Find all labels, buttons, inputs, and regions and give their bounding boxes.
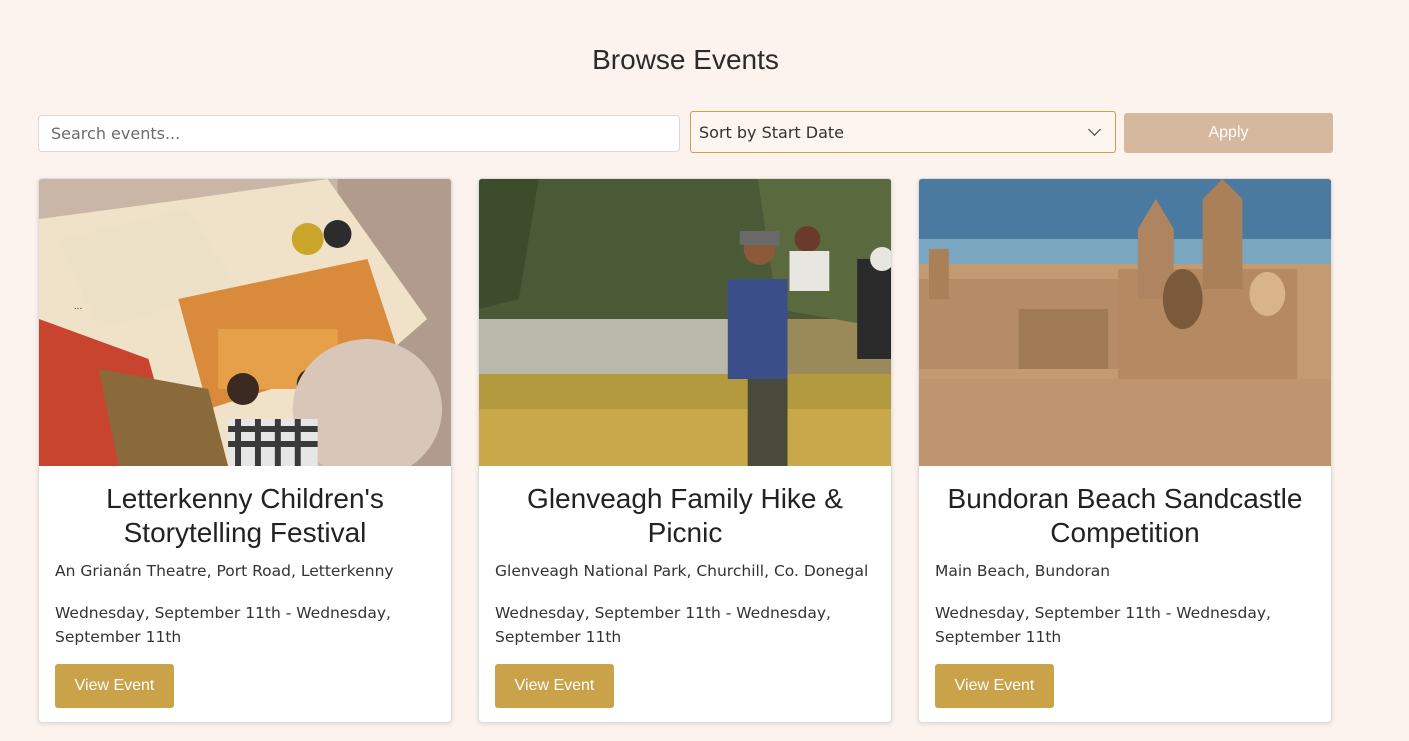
event-location: Glenveagh National Park, Churchill, Co. … [495,562,869,580]
sort-select[interactable]: Sort by Start Date [690,111,1116,153]
event-title: Glenveagh Family Hike & Picnic [527,483,843,548]
event-image-sandcastle [919,179,1331,466]
page-title: Browse Events [592,44,779,75]
event-date: Wednesday, September 11th - Wednesday, S… [935,604,1271,646]
event-image-hike [479,179,891,466]
event-location: An Grianán Theatre, Port Road, Letterken… [55,562,394,580]
event-card: Glenveagh Family Hike & Picnic Glenveagh… [478,178,892,723]
view-event-button[interactable]: View Event [935,664,1054,708]
event-card: ... Letterkenny Children's Storytelling … [38,178,452,723]
search-input[interactable] [38,115,680,152]
view-event-button[interactable]: View Event [495,664,614,708]
event-title: Bundoran Beach Sandcastle Competition [947,483,1303,548]
sort-selected-value: Sort by Start Date [699,122,845,142]
chevron-down-icon [1088,123,1101,136]
event-location: Main Beach, Bundoran [935,562,1111,580]
event-card: Bundoran Beach Sandcastle Competition Ma… [918,178,1332,723]
event-title: Letterkenny Children's Storytelling Fest… [106,483,384,548]
event-date: Wednesday, September 11th - Wednesday, S… [495,604,831,646]
event-date: Wednesday, September 11th - Wednesday, S… [55,604,391,646]
view-event-button[interactable]: View Event [55,664,174,708]
apply-button[interactable]: Apply [1124,113,1333,153]
event-image-storytelling: ... [39,179,451,466]
svg-text:...: ... [74,302,83,312]
